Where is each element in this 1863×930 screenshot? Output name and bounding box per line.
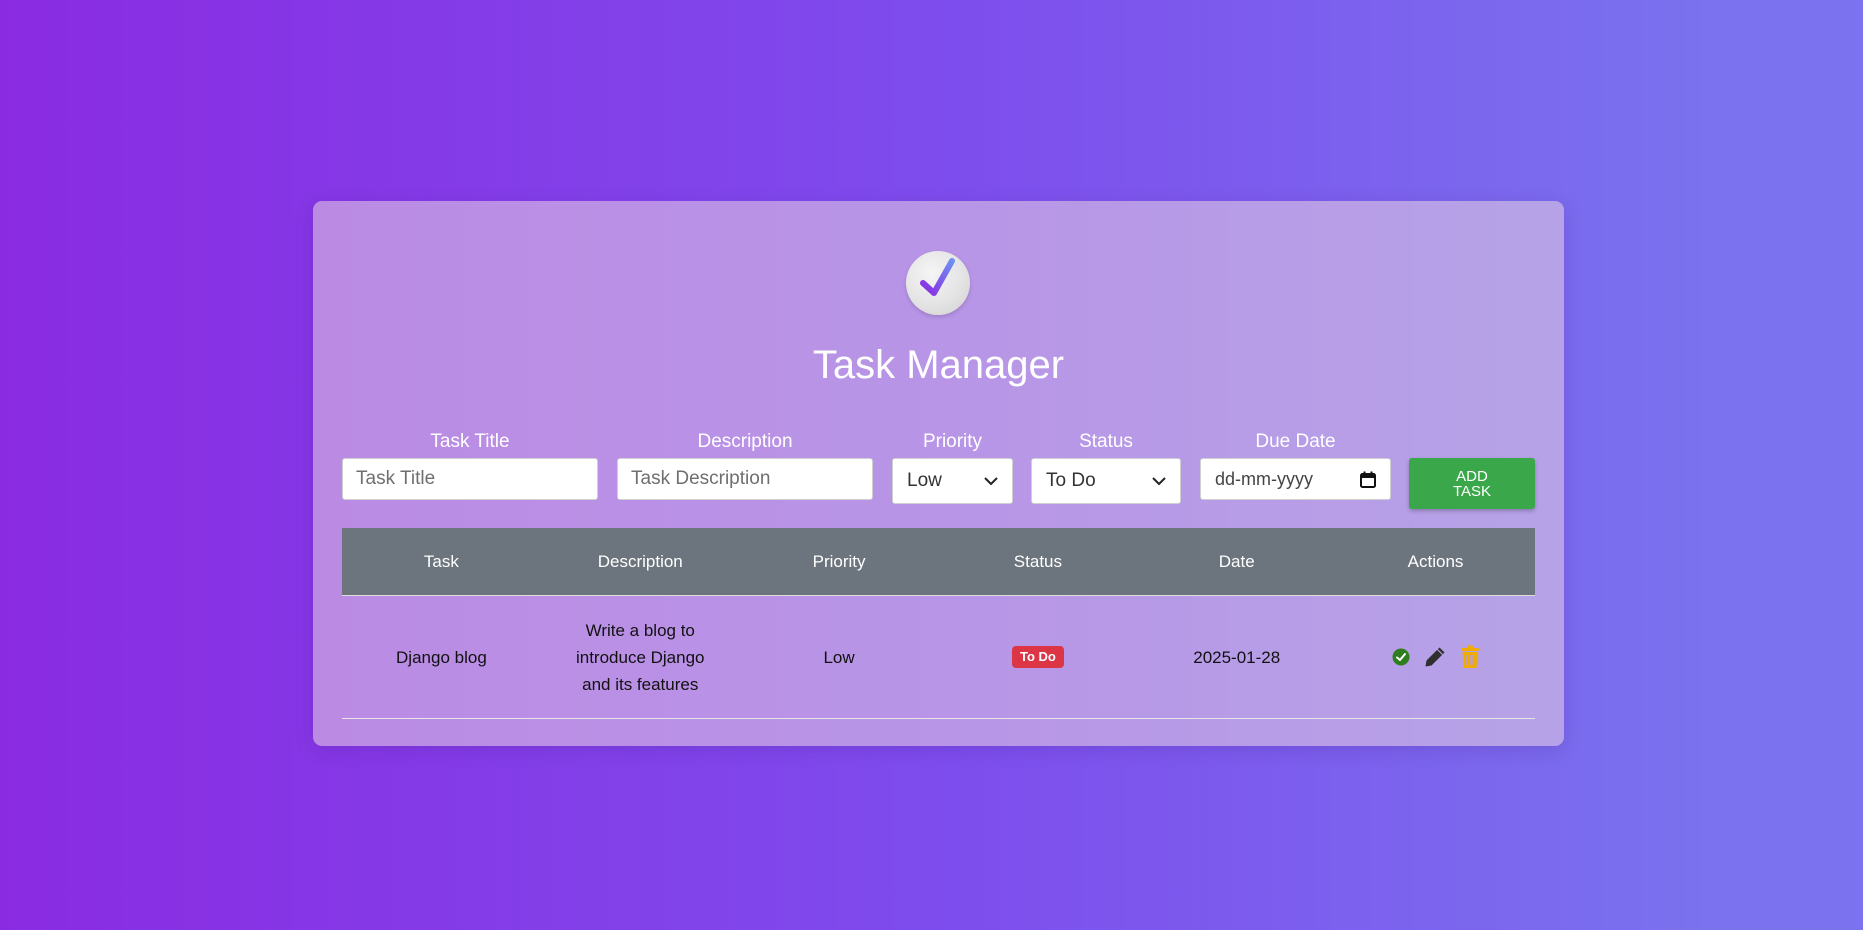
add-task-button[interactable]: ADD TASK [1409,458,1535,509]
due-date-placeholder: dd-mm-yyyy [1215,468,1313,489]
priority-select-value: Low [907,470,942,491]
status-select-value: To Do [1046,470,1096,491]
description-cell: Write a blog to introduce Django and its… [541,596,740,718]
header-priority: Priority [812,551,866,571]
complete-icon[interactable] [1392,648,1410,666]
tasks-table: Task Description Priority Status Date Ac… [342,528,1535,719]
header-status: Status [1013,551,1062,571]
calendar-icon[interactable] [1360,471,1376,488]
table-row: Django blog Write a blog to introduce Dj… [342,596,1535,719]
task-title-label: Task Title [430,431,510,452]
status-cell: To Do [938,596,1137,718]
check-circle-icon [906,251,970,315]
header-actions: Actions [1407,551,1464,571]
task-cell: Django blog [396,647,487,667]
task-description-input[interactable] [617,458,873,500]
header-description: Description [597,551,683,571]
due-date-input[interactable]: dd-mm-yyyy [1200,458,1391,500]
edit-pencil-icon[interactable] [1423,645,1447,669]
date-cell: 2025-01-28 [1193,647,1281,667]
priority-label: Priority [922,431,983,452]
header-date: Date [1218,551,1255,571]
task-title-input[interactable] [342,458,598,500]
due-date-label: Due Date [1255,431,1336,452]
priority-select[interactable]: Low [892,458,1013,504]
chevron-down-icon [984,476,998,485]
description-text: Write a blog to introduce Django and its… [575,620,705,694]
description-label: Description [697,431,793,452]
header-task: Task [423,551,459,571]
task-manager-card: Task Manager Task Title Description Prio… [313,201,1564,746]
status-select[interactable]: To Do [1031,458,1181,504]
status-badge: To Do [1011,646,1064,668]
chevron-down-icon [1152,476,1166,485]
delete-trash-icon[interactable] [1460,645,1480,669]
page-title: Task Manager [812,343,1065,387]
status-label: Status [1079,431,1133,452]
table-header-row: Task Description Priority Status Date Ac… [342,528,1535,596]
priority-cell: Low [823,647,855,667]
actions-cell [1336,596,1535,718]
